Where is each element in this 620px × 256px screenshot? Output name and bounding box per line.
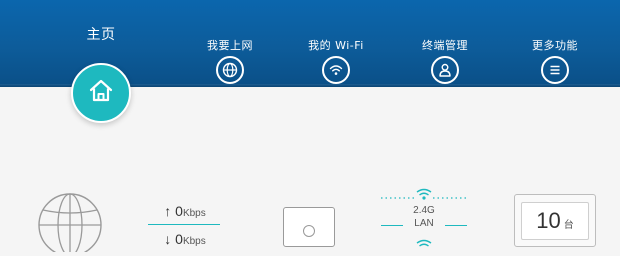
home-icon bbox=[86, 76, 116, 110]
globe-icon bbox=[216, 56, 244, 84]
wifi-icon bbox=[322, 56, 350, 84]
nav-item-label: 更多功能 bbox=[532, 39, 578, 52]
band-label: 2.4G bbox=[413, 205, 435, 216]
nav-item-devices[interactable]: 终端管理 bbox=[405, 0, 485, 87]
lan-line-right bbox=[445, 225, 467, 226]
wireless-link bbox=[379, 187, 469, 247]
link-label: LAN bbox=[414, 218, 434, 229]
router-light-icon bbox=[303, 225, 315, 237]
nav-item-more[interactable]: 更多功能 bbox=[515, 0, 595, 87]
nav-item-label: 我要上网 bbox=[207, 39, 253, 52]
router-device-icon bbox=[283, 207, 335, 247]
nav-item-internet[interactable]: 我要上网 bbox=[190, 0, 270, 87]
wifi-signal-icon bbox=[381, 188, 467, 247]
home-button[interactable] bbox=[71, 63, 131, 123]
upload-speed: ↑ 0Kbps bbox=[150, 203, 220, 219]
device-count-unit: 台 bbox=[563, 220, 574, 231]
download-speed: ↓ 0Kbps bbox=[150, 231, 220, 247]
download-unit: Kbps bbox=[182, 236, 206, 247]
nav-item-label: 我的 Wi-Fi bbox=[308, 39, 364, 52]
device-count-inner: 10 台 bbox=[521, 202, 589, 240]
upload-value: 0 bbox=[175, 203, 183, 219]
device-count: 10 bbox=[536, 208, 561, 233]
download-arrow-icon: ↓ bbox=[164, 231, 172, 247]
internet-globe-icon bbox=[37, 192, 103, 256]
nav-item-wifi[interactable]: 我的 Wi-Fi bbox=[296, 0, 376, 87]
nav-home-label: 主页 bbox=[86, 27, 116, 43]
speed-divider bbox=[148, 224, 220, 225]
menu-icon bbox=[541, 56, 569, 84]
device-count-box[interactable]: 10 台 bbox=[514, 194, 596, 247]
upload-unit: Kbps bbox=[182, 208, 206, 219]
user-icon bbox=[431, 56, 459, 84]
upload-arrow-icon: ↑ bbox=[164, 203, 172, 219]
nav-item-label: 终端管理 bbox=[422, 39, 468, 52]
download-value: 0 bbox=[175, 231, 183, 247]
